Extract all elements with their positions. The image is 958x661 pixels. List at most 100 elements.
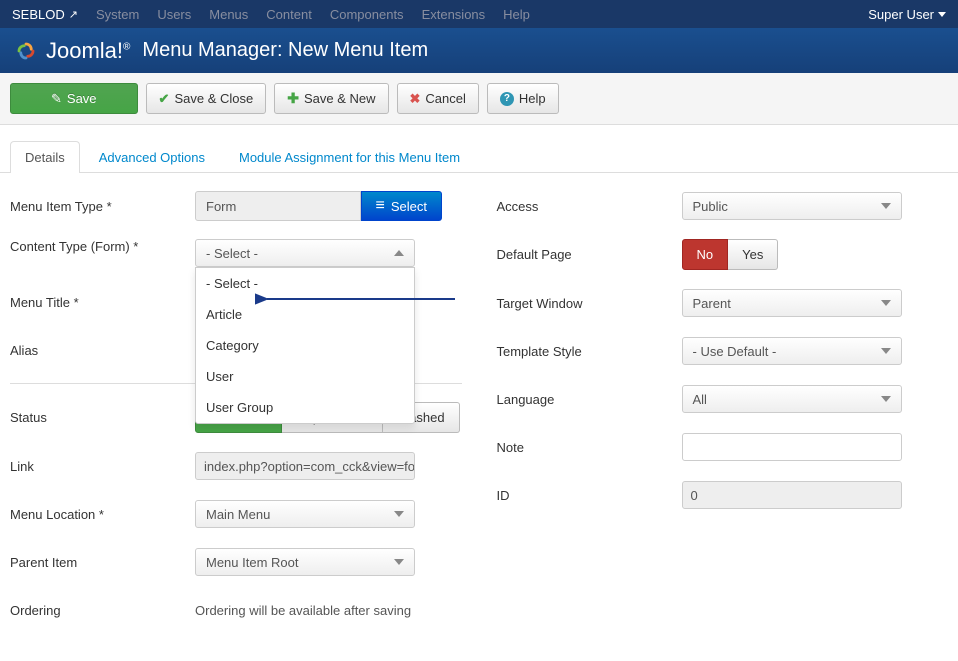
default-page-yes[interactable]: Yes — [728, 239, 778, 270]
access-select[interactable]: Public — [682, 192, 902, 220]
save-label: Save — [67, 91, 97, 106]
caret-down-icon — [881, 348, 891, 354]
caret-down-icon — [394, 511, 404, 517]
link-label: Link — [10, 459, 195, 474]
plus-icon: ✚ — [287, 90, 299, 107]
admin-topbar: SEBLOD ↗ System Users Menus Content Comp… — [0, 0, 958, 28]
access-label: Access — [497, 199, 682, 214]
field-id: ID 0 — [497, 480, 949, 510]
brand-link[interactable]: SEBLOD ↗ — [12, 7, 78, 22]
template-style-select[interactable]: - Use Default - — [682, 337, 902, 365]
save-new-label: Save & New — [304, 91, 376, 106]
note-label: Note — [497, 440, 682, 455]
right-column: Access Public Default Page No Yes Target… — [497, 191, 949, 643]
language-label: Language — [497, 392, 682, 407]
tab-bar: Details Advanced Options Module Assignme… — [0, 125, 958, 173]
target-window-value: Parent — [693, 296, 731, 311]
menu-title-label: Menu Title * — [10, 295, 195, 310]
topbar-menu-system[interactable]: System — [96, 7, 139, 22]
template-style-value: - Use Default - — [693, 344, 777, 359]
default-page-no[interactable]: No — [682, 239, 729, 270]
topbar-menu-menus[interactable]: Menus — [209, 7, 248, 22]
language-value: All — [693, 392, 707, 407]
help-button[interactable]: ? Help — [487, 83, 559, 114]
brand-text: SEBLOD — [12, 7, 65, 22]
topbar-menu-content[interactable]: Content — [266, 7, 312, 22]
save-close-button[interactable]: ✔ Save & Close — [146, 83, 267, 114]
topbar-menu-components[interactable]: Components — [330, 7, 404, 22]
tab-module-assignment[interactable]: Module Assignment for this Menu Item — [224, 141, 475, 173]
ordering-label: Ordering — [10, 603, 195, 618]
id-label: ID — [497, 488, 682, 503]
field-link: Link index.php?option=com_cck&view=fo — [10, 451, 462, 481]
external-icon: ↗ — [69, 8, 78, 21]
joomla-logo-icon — [12, 37, 40, 65]
save-new-button[interactable]: ✚ Save & New — [274, 83, 388, 114]
check-icon: ✔ — [159, 91, 170, 107]
option-select[interactable]: - Select - — [196, 268, 414, 299]
language-select[interactable]: All — [682, 385, 902, 413]
action-toolbar: ✎ Save ✔ Save & Close ✚ Save & New ✖ Can… — [0, 73, 958, 125]
topbar-menu-help[interactable]: Help — [503, 7, 530, 22]
ordering-note: Ordering will be available after saving — [195, 603, 411, 618]
content-type-label: Content Type (Form) * — [10, 239, 195, 254]
option-user-group[interactable]: User Group — [196, 392, 414, 423]
cancel-label: Cancel — [425, 91, 465, 106]
help-icon: ? — [500, 92, 514, 106]
tab-details[interactable]: Details — [10, 141, 80, 173]
note-input[interactable] — [682, 433, 902, 461]
link-value: index.php?option=com_cck&view=fo — [195, 452, 415, 480]
alias-label: Alias — [10, 343, 195, 358]
default-page-label: Default Page — [497, 247, 682, 262]
field-menu-location: Menu Location * Main Menu — [10, 499, 462, 529]
user-name: Super User — [868, 7, 934, 22]
select-type-button[interactable]: Select — [361, 191, 442, 221]
menu-location-label: Menu Location * — [10, 507, 195, 522]
left-column: Menu Item Type * Form Select Content Typ… — [10, 191, 462, 643]
tab-advanced[interactable]: Advanced Options — [84, 141, 220, 173]
target-window-select[interactable]: Parent — [682, 289, 902, 317]
help-label: Help — [519, 91, 546, 106]
field-template-style: Template Style - Use Default - — [497, 336, 949, 366]
select-label: Select — [391, 199, 427, 214]
caret-down-icon — [881, 203, 891, 209]
menu-location-select[interactable]: Main Menu — [195, 500, 415, 528]
topbar-menu-users[interactable]: Users — [157, 7, 191, 22]
caret-down-icon — [881, 300, 891, 306]
id-value: 0 — [682, 481, 902, 509]
topbar-menu-extensions[interactable]: Extensions — [422, 7, 486, 22]
parent-item-label: Parent Item — [10, 555, 195, 570]
content-type-select[interactable]: - Select - — [195, 239, 415, 267]
field-access: Access Public — [497, 191, 949, 221]
field-note: Note — [497, 432, 949, 462]
access-value: Public — [693, 199, 728, 214]
option-category[interactable]: Category — [196, 330, 414, 361]
field-ordering: Ordering Ordering will be available afte… — [10, 595, 462, 625]
list-icon — [376, 197, 385, 215]
form-container: Menu Item Type * Form Select Content Typ… — [0, 173, 958, 661]
option-user[interactable]: User — [196, 361, 414, 392]
status-label: Status — [10, 410, 195, 425]
field-default-page: Default Page No Yes — [497, 239, 949, 270]
field-menu-item-type: Menu Item Type * Form Select — [10, 191, 462, 221]
cancel-icon: ✖ — [410, 91, 421, 107]
save-button[interactable]: ✎ Save — [10, 83, 138, 114]
menu-item-type-label: Menu Item Type * — [10, 199, 195, 214]
parent-item-select[interactable]: Menu Item Root — [195, 548, 415, 576]
field-language: Language All — [497, 384, 949, 414]
cancel-button[interactable]: ✖ Cancel — [397, 83, 479, 114]
content-type-selected: - Select - — [206, 246, 258, 261]
option-article[interactable]: Article — [196, 299, 414, 330]
user-menu[interactable]: Super User — [868, 7, 946, 22]
logo-text: Joomla!® — [46, 38, 130, 64]
page-title: Menu Manager: New Menu Item — [142, 39, 428, 62]
field-parent-item: Parent Item Menu Item Root — [10, 547, 462, 577]
menu-item-type-value: Form — [195, 191, 361, 221]
caret-down-icon — [394, 559, 404, 565]
default-page-toggle: No Yes — [682, 239, 949, 270]
field-content-type: Content Type (Form) * - Select - - Selec… — [10, 239, 462, 269]
page-header: Joomla!® Menu Manager: New Menu Item — [0, 28, 958, 73]
template-style-label: Template Style — [497, 344, 682, 359]
caret-down-icon — [938, 12, 946, 17]
joomla-logo: Joomla!® — [12, 37, 130, 65]
